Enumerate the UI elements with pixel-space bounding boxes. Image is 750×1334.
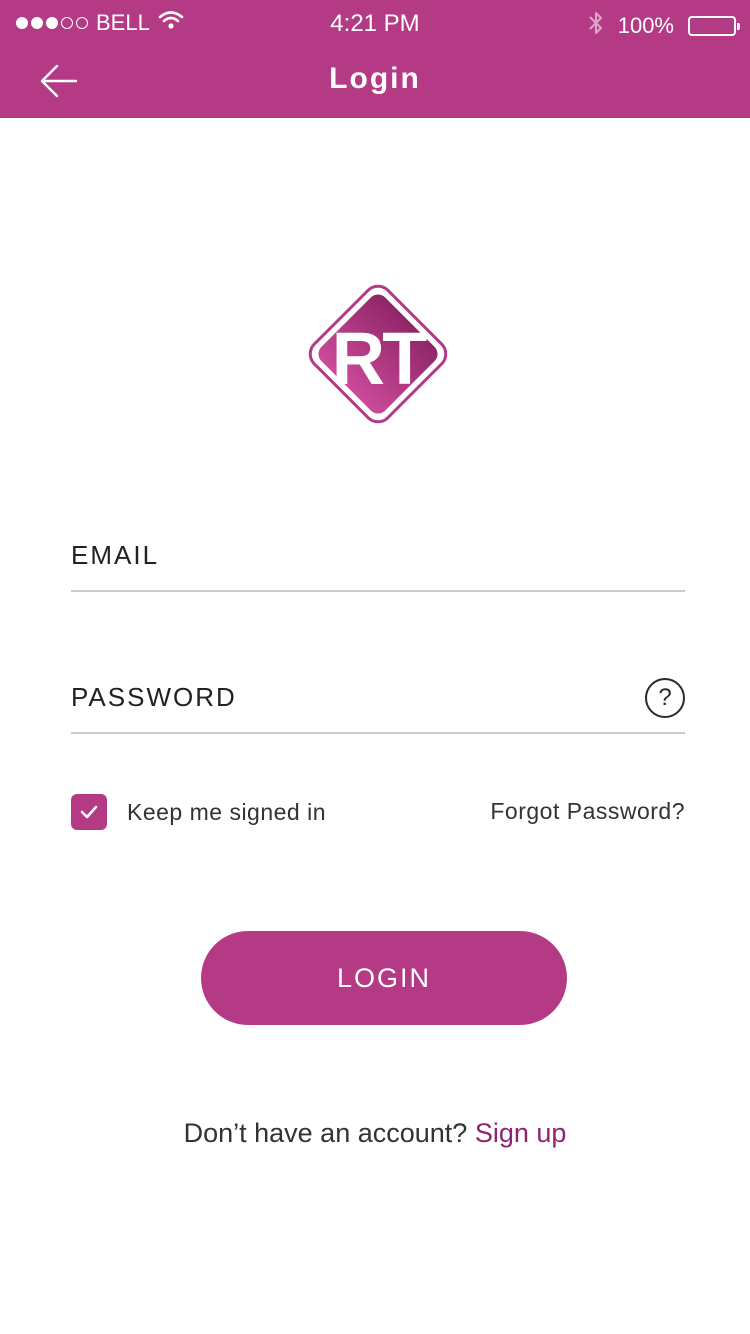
- keep-signed-in-checkbox[interactable]: [71, 794, 107, 830]
- status-bar: BELL 4:21 PM 100%: [0, 0, 750, 48]
- question-circle-icon[interactable]: ?: [645, 678, 685, 718]
- status-right: 100%: [588, 10, 740, 42]
- login-button[interactable]: LOGIN: [201, 931, 567, 1025]
- app-logo: RT: [290, 266, 466, 442]
- keep-signed-in-label: Keep me signed in: [127, 798, 327, 825]
- email-field[interactable]: EMAIL: [71, 532, 685, 592]
- battery-percent: 100%: [617, 13, 674, 38]
- password-input[interactable]: [71, 674, 685, 732]
- page-title: Login: [329, 62, 421, 95]
- signup-link[interactable]: Sign up: [475, 1118, 567, 1148]
- battery-icon: [688, 16, 740, 36]
- nav-bar: Login: [0, 48, 750, 118]
- logo-text: RT: [332, 317, 427, 400]
- password-field[interactable]: PASSWORD ?: [71, 674, 685, 734]
- signup-prompt: Don’t have an account? Sign up: [0, 1118, 750, 1149]
- app-header: BELL 4:21 PM 100% Login: [0, 0, 750, 118]
- login-options: Keep me signed in Forgot Password?: [71, 794, 685, 830]
- checkmark-icon: [80, 805, 98, 819]
- forgot-password-link[interactable]: Forgot Password?: [490, 798, 685, 825]
- email-input[interactable]: [71, 532, 685, 590]
- signup-prompt-text: Don’t have an account?: [183, 1118, 468, 1148]
- keep-signed-in-toggle[interactable]: Keep me signed in: [71, 794, 326, 830]
- bluetooth-icon: [588, 10, 604, 42]
